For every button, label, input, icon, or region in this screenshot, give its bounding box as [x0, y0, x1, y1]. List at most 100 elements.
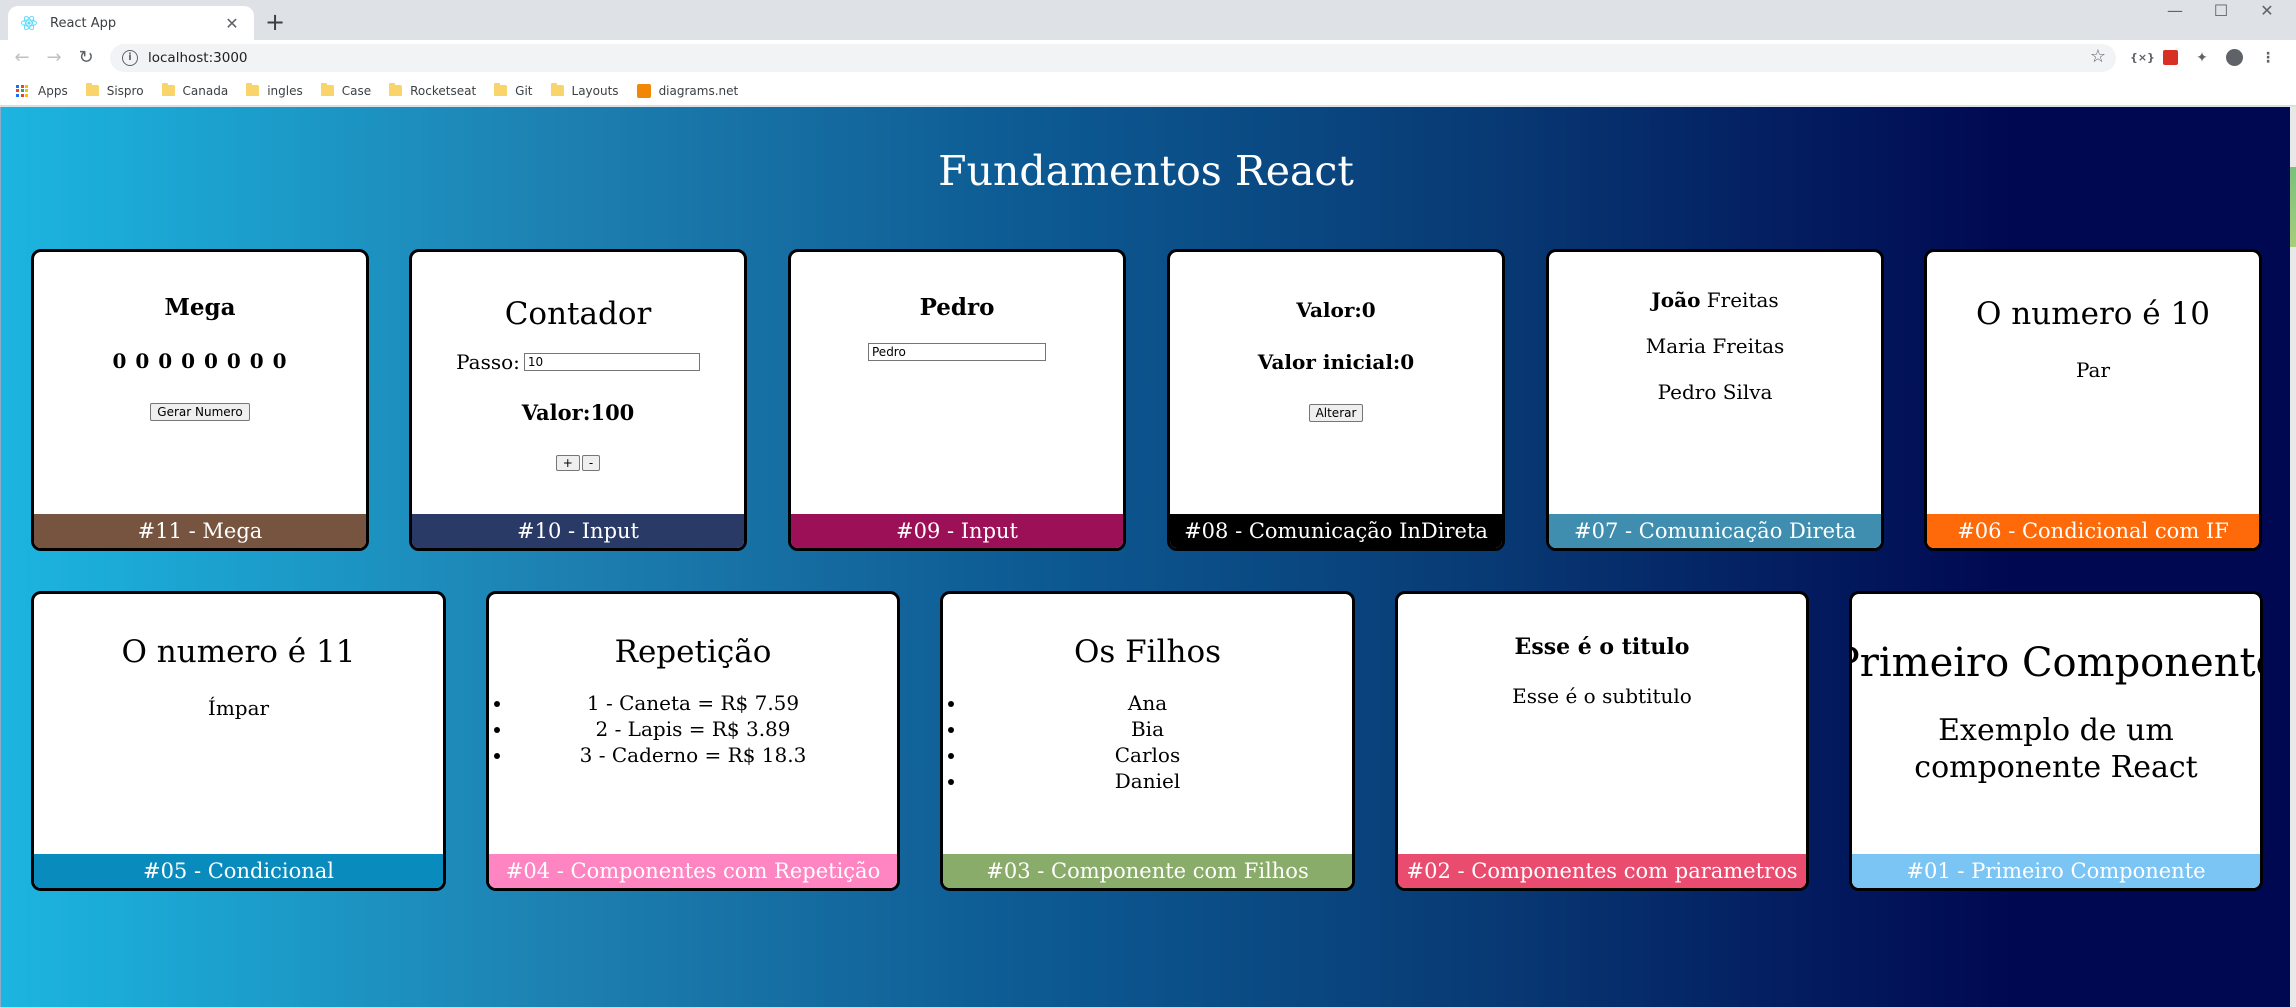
mega-title: Mega [164, 294, 236, 321]
profile-icon[interactable] [2224, 48, 2244, 68]
forward-icon[interactable]: → [42, 46, 66, 70]
react-logo-icon [20, 14, 38, 32]
change-button[interactable]: Alterar [1308, 404, 1364, 422]
card-footer: #11 - Mega [34, 514, 366, 548]
tab-title: React App [50, 15, 117, 31]
bookmark-layouts[interactable]: Layouts [550, 83, 619, 98]
card-parameters: Esse é o titulo Esse é o subtitulo #02 -… [1395, 591, 1809, 891]
bookmark-sispro[interactable]: Sispro [85, 83, 144, 98]
reload-icon[interactable]: ↻ [74, 46, 98, 70]
right-edge-strip [2290, 107, 2296, 1007]
card-indirect-communication: Valor:0 Valor inicial:0 Alterar #08 - Co… [1167, 249, 1505, 551]
folder-icon [246, 83, 260, 96]
extensions-puzzle-icon[interactable]: ✦ [2192, 48, 2212, 68]
card-footer: #08 - Comunicação InDireta [1170, 514, 1502, 548]
back-icon[interactable]: ← [10, 46, 34, 70]
apps-grid-icon [16, 84, 28, 97]
children-title: Os Filhos [1073, 634, 1222, 670]
list-item: Carlos [967, 742, 1352, 768]
bookmark-case[interactable]: Case [320, 83, 371, 98]
card-first-component: Primeiro Componente Exemplo de um compon… [1849, 591, 2263, 891]
card-direct-communication: João Freitas Maria Freitas Pedro Silva #… [1546, 249, 1884, 551]
extension-red-icon[interactable] [2160, 48, 2180, 68]
increment-button[interactable]: + [555, 455, 580, 471]
card-footer: #07 - Comunicação Direta [1549, 514, 1881, 548]
list-item: Ana [967, 690, 1352, 716]
page-title: Fundamentos React [938, 147, 1354, 195]
card-conditional: O numero é 11 Ímpar #05 - Condicional [31, 591, 446, 891]
card-conditional-if: O numero é 10 Par #06 - Condicional com … [1924, 249, 2262, 551]
card-repetition: Repetição 1 - Caneta = R$ 7.59 2 - Lapis… [486, 591, 900, 891]
site-info-icon[interactable]: i [122, 50, 138, 66]
bookmark-apps[interactable]: Apps [16, 84, 68, 98]
bookmark-git[interactable]: Git [494, 83, 533, 98]
drawio-icon [636, 83, 651, 98]
person-line-3: Pedro Silva [1657, 380, 1773, 404]
card-footer: #05 - Condicional [34, 854, 443, 888]
list-item: Daniel [967, 768, 1352, 794]
card-footer: #04 - Componentes com Repetição [489, 854, 897, 888]
folder-icon [85, 83, 99, 96]
tab-close-icon[interactable]: ✕ [222, 14, 242, 33]
card-footer: #10 - Input [412, 514, 744, 548]
input-echo-title: Pedro [919, 294, 995, 321]
folder-icon [389, 83, 403, 96]
param-subtitle: Esse é o subtitulo [1512, 684, 1692, 708]
page-viewport: Fundamentos React Mega 0 0 0 0 0 0 0 0 G… [0, 107, 2290, 1007]
bookmark-diagrams[interactable]: diagrams.net [636, 83, 738, 98]
product-list: 1 - Caneta = R$ 7.59 2 - Lapis = R$ 3.89… [489, 690, 897, 768]
card-footer: #01 - Primeiro Componente [1852, 854, 2260, 888]
list-item: 2 - Lapis = R$ 3.89 [513, 716, 897, 742]
mega-numbers: 0 0 0 0 0 0 0 0 [112, 349, 288, 373]
number-title: O numero é 10 [1976, 296, 2210, 332]
children-list: Ana Bia Carlos Daniel [943, 690, 1352, 794]
menu-kebab-icon[interactable]: ⋮ [2258, 48, 2278, 68]
counter-buttons: + - [555, 455, 601, 471]
new-tab-button[interactable]: + [262, 10, 288, 36]
list-item: 3 - Caderno = R$ 18.3 [513, 742, 897, 768]
bookmark-rocketseat[interactable]: Rocketseat [389, 83, 476, 98]
card-children: Os Filhos Ana Bia Carlos Daniel #03 - Co… [940, 591, 1355, 891]
card-footer: #02 - Componentes com parametros [1398, 854, 1806, 888]
person-line-1: João Freitas [1651, 288, 1779, 312]
minimize-icon[interactable]: — [2152, 0, 2198, 24]
step-label: Passo: [456, 350, 520, 374]
number-title: O numero é 11 [121, 634, 356, 670]
bookmark-star-icon[interactable]: ☆ [2090, 46, 2106, 67]
generate-number-button[interactable]: Gerar Numero [150, 403, 250, 421]
card-footer: #06 - Condicional com IF [1927, 514, 2259, 548]
tab-strip: React App ✕ + — ☐ ✕ [0, 0, 2296, 40]
extension-icon[interactable]: {×} [2130, 48, 2155, 68]
bookmarks-bar: Apps Sispro Canada ingles Case Rocketsea… [0, 76, 2296, 106]
card-input: Pedro #09 - Input [788, 249, 1126, 551]
first-subtitle: Exemplo de um componente React [1914, 713, 2198, 785]
list-item: Bia [967, 716, 1352, 742]
repetition-title: Repetição [614, 634, 772, 670]
folder-icon [161, 83, 175, 96]
parity-result: Par [2075, 358, 2111, 382]
person-line-2: Maria Freitas [1645, 334, 1785, 358]
indirect-value: Valor:0 [1296, 298, 1376, 322]
browser-tab[interactable]: React App ✕ [8, 6, 254, 40]
url-text: localhost:3000 [148, 50, 248, 66]
first-title: Primeiro Componente [1849, 640, 2263, 686]
close-window-icon[interactable]: ✕ [2244, 0, 2290, 24]
step-input[interactable] [523, 353, 700, 371]
bookmark-canada[interactable]: Canada [161, 83, 228, 98]
indirect-initial-value: Valor inicial:0 [1257, 350, 1415, 374]
name-input[interactable] [868, 343, 1046, 361]
counter-title: Contador [504, 296, 652, 332]
folder-icon [320, 83, 334, 96]
card-footer: #03 - Componente com Filhos [943, 854, 1352, 888]
browser-toolbar: ← → ↻ i localhost:3000 ☆ {×} ✦ ⋮ [0, 40, 2296, 76]
maximize-icon[interactable]: ☐ [2198, 0, 2244, 24]
address-bar[interactable]: i localhost:3000 ☆ [110, 44, 2116, 72]
card-footer: #09 - Input [791, 514, 1123, 548]
folder-icon [494, 83, 508, 96]
param-title: Esse é o titulo [1514, 634, 1690, 660]
step-row: Passo: [456, 350, 700, 374]
decrement-button[interactable]: - [581, 455, 601, 471]
bookmark-ingles[interactable]: ingles [246, 83, 303, 98]
counter-value: Valor:100 [521, 400, 635, 425]
card-mega: Mega 0 0 0 0 0 0 0 0 Gerar Numero #11 - … [31, 249, 369, 551]
